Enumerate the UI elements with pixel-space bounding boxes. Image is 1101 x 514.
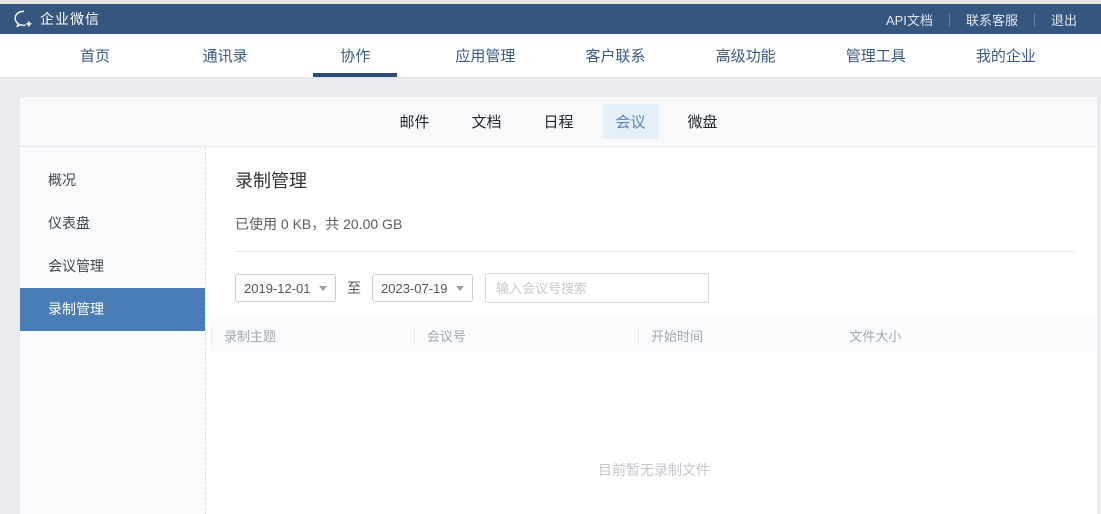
divider	[235, 251, 1075, 252]
topbar: 企业微信 API文档｜联系客服｜退出	[0, 4, 1101, 34]
column-header: 文件大小	[849, 328, 902, 344]
separator: ｜	[1027, 12, 1041, 28]
subnav-tab-mail[interactable]: 邮件	[386, 104, 442, 139]
nav-item-collaboration[interactable]: 协作	[290, 34, 420, 77]
column-header: 开始时间	[638, 325, 837, 345]
caret-down-icon	[319, 285, 327, 291]
subnav-tab-docs[interactable]: 文档	[458, 104, 514, 139]
storage-usage: 已使用 0 KB，共 20.00 GB	[235, 216, 403, 232]
nav-item-app-management[interactable]: 应用管理	[420, 34, 550, 77]
caret-down-icon	[456, 285, 464, 291]
table-header: 录制主题 会议号 开始时间 文件大小	[211, 318, 1097, 352]
meeting-search-input[interactable]	[485, 273, 709, 303]
range-separator: 至	[347, 280, 361, 296]
content-card: 邮件 文档 日程 会议 微盘 概况 仪表盘 会议管理 录制管理 录制管理 已使用 0 KB，共…	[20, 97, 1097, 514]
subnav-tab-meeting[interactable]: 会议	[602, 104, 659, 139]
topbar-link-contact-support[interactable]: 联系客服	[956, 10, 1028, 29]
topbar-link-api-docs[interactable]: API文档	[876, 10, 943, 29]
topbar-links: API文档｜联系客服｜退出	[876, 10, 1087, 29]
column-header: 录制主题	[211, 325, 414, 345]
date-to-value: 2023-07-19	[381, 280, 448, 296]
sidebar: 概况 仪表盘 会议管理 录制管理	[20, 147, 206, 514]
date-to-select[interactable]: 2023-07-19	[372, 274, 473, 302]
sidebar-item-recording-management[interactable]: 录制管理	[20, 288, 205, 331]
nav-item-customer-contact[interactable]: 客户联系	[551, 34, 681, 77]
sidebar-item-dashboard[interactable]: 仪表盘	[20, 202, 205, 245]
subnav-tab-calendar[interactable]: 日程	[530, 104, 586, 139]
date-from-value: 2019-12-01	[244, 280, 311, 296]
date-from-select[interactable]: 2019-12-01	[235, 274, 336, 302]
brand[interactable]: 企业微信	[14, 9, 100, 29]
sidebar-item-meeting-management[interactable]: 会议管理	[20, 245, 205, 288]
nav-item-home[interactable]: 首页	[30, 34, 160, 77]
main-nav: 首页 通讯录 协作 应用管理 客户联系 高级功能 管理工具 我的企业	[0, 34, 1101, 78]
filter-row: 2019-12-01 至 2023-07-19	[235, 273, 1075, 303]
main-content: 录制管理 已使用 0 KB，共 20.00 GB 2019-12-01 至 20…	[206, 147, 1097, 514]
sidebar-item-overview[interactable]: 概况	[20, 159, 205, 202]
brand-name: 企业微信	[40, 11, 100, 27]
nav-item-admin-tools[interactable]: 管理工具	[811, 34, 941, 77]
separator: ｜	[942, 12, 956, 28]
nav-item-advanced-features[interactable]: 高级功能	[681, 34, 811, 77]
subnav-tab-drive[interactable]: 微盘	[675, 104, 731, 139]
nav-item-contacts[interactable]: 通讯录	[160, 34, 290, 77]
topbar-link-logout[interactable]: 退出	[1041, 10, 1087, 29]
page-background: 邮件 文档 日程 会议 微盘 概况 仪表盘 会议管理 录制管理 录制管理 已使用 0 KB，共…	[0, 78, 1101, 514]
page-title: 录制管理	[235, 171, 307, 191]
empty-state: 目前暂无录制文件	[598, 462, 710, 478]
subnav-tabs: 邮件 文档 日程 会议 微盘	[20, 97, 1097, 147]
card-body: 概况 仪表盘 会议管理 录制管理 录制管理 已使用 0 KB，共 20.00 GB 2…	[20, 147, 1097, 514]
nav-item-my-company[interactable]: 我的企业	[941, 34, 1071, 77]
column-header: 会议号	[413, 325, 638, 345]
wework-logo-icon	[14, 10, 34, 29]
